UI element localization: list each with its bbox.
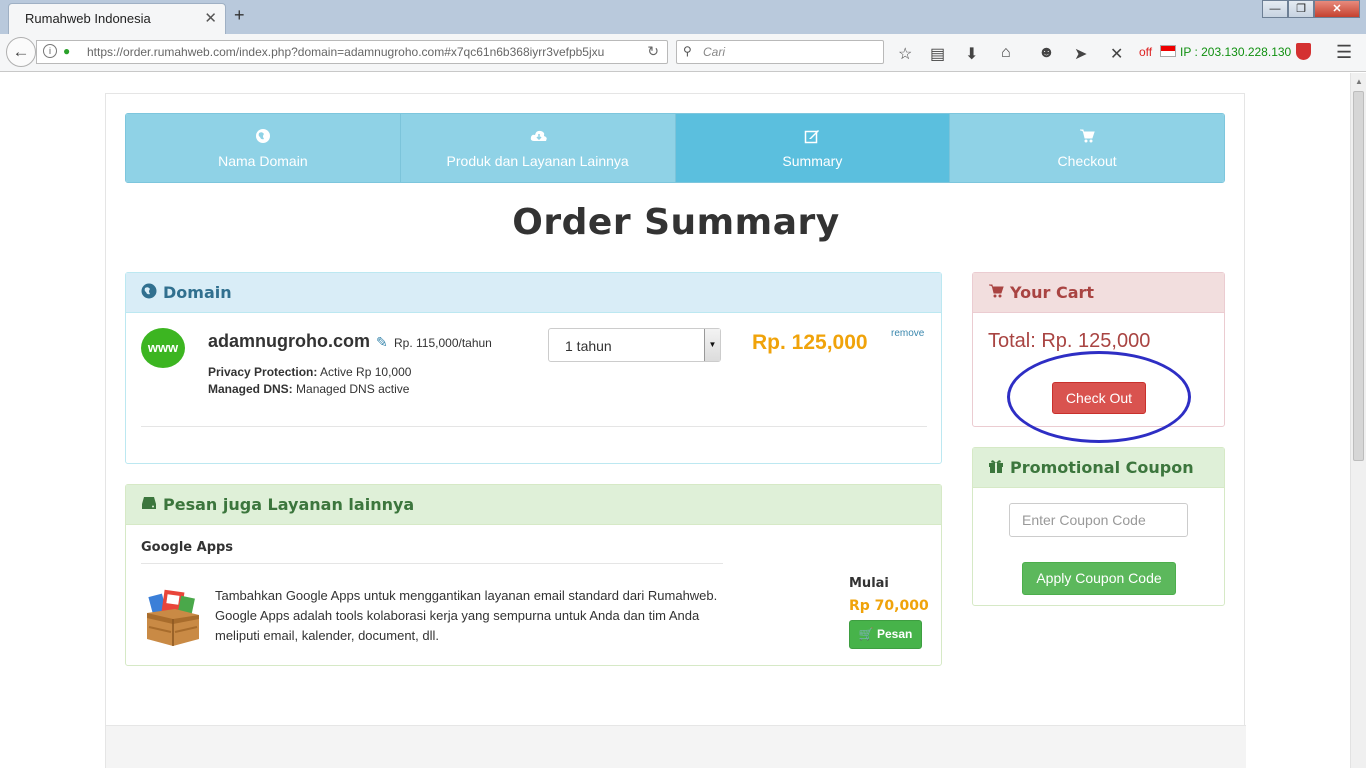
window-maximize-button[interactable]: ❐: [1288, 0, 1314, 18]
page-footer: [106, 725, 1246, 768]
cart-panel: Your Cart Total: Rp. 125,000 Check Out: [972, 272, 1225, 443]
page-title: Order Summary: [512, 202, 840, 243]
apply-coupon-button[interactable]: Apply Coupon Code: [1022, 562, 1176, 595]
google-apps-box-icon: [145, 589, 201, 647]
new-tab-icon[interactable]: +: [234, 5, 245, 26]
checkout-steps: Nama Domain Produk dan Layanan Lainnya S…: [125, 113, 1225, 183]
remove-link[interactable]: remove: [891, 328, 924, 339]
addon-panel-heading: Pesan juga Layanan lainnya: [126, 485, 941, 525]
pesan-button-label: Pesan: [876, 627, 913, 641]
checkout-button[interactable]: Check Out: [1052, 382, 1146, 414]
cart-icon: [988, 283, 1004, 303]
coupon-heading-text: Promotional Coupon: [1010, 458, 1194, 477]
addon-price: Rp 70,000: [849, 598, 929, 614]
x-addon-icon[interactable]: ✕: [1110, 44, 1123, 64]
indonesia-flag-icon: [1160, 45, 1176, 57]
privacy-protection-line: Privacy Protection: Active Rp 10,000: [208, 365, 411, 379]
hdd-icon: [141, 495, 157, 514]
coupon-code-input[interactable]: [1009, 503, 1188, 537]
window-minimize-button[interactable]: —: [1262, 0, 1288, 18]
main-container: Nama Domain Produk dan Layanan Lainnya S…: [105, 93, 1246, 768]
step-label: Checkout: [1057, 153, 1117, 169]
search-input[interactable]: ⚲ Cari: [676, 40, 884, 64]
addon-product-name: Google Apps: [141, 540, 234, 555]
edit-icon: [804, 128, 820, 144]
addon-off-label[interactable]: off: [1139, 45, 1152, 59]
cart-icon: [1079, 128, 1095, 144]
hamburger-menu-icon[interactable]: ☰: [1336, 42, 1352, 63]
browser-navbar: ← i ● https://order.rumahweb.com/index.p…: [0, 34, 1366, 72]
scrollbar-thumb[interactable]: [1353, 91, 1364, 461]
divider: [141, 426, 927, 427]
ip-address-label[interactable]: IP : 203.130.228.130: [1180, 45, 1291, 59]
back-arrow-icon[interactable]: ←: [6, 37, 36, 67]
shield-addon-icon[interactable]: [1296, 43, 1311, 60]
www-icon: www: [141, 328, 185, 368]
globe-icon: [255, 128, 271, 144]
cart-total: Total: Rp. 125,000: [988, 330, 1151, 352]
chat-icon[interactable]: ☻: [1038, 44, 1055, 62]
browser-titlebar: Rumahweb Indonesia ✕ + — ❐ ✕: [0, 0, 1366, 34]
cart-heading-text: Your Cart: [1010, 283, 1095, 302]
divider: [141, 563, 723, 564]
reading-list-icon[interactable]: ▤: [930, 44, 945, 64]
step-checkout[interactable]: Checkout: [950, 114, 1224, 182]
globe-icon: [141, 283, 157, 303]
addon-heading-text: Pesan juga Layanan lainnya: [163, 495, 415, 514]
scroll-up-arrow-icon[interactable]: ▲: [1355, 77, 1363, 86]
period-selected-value: 1 tahun: [565, 338, 612, 354]
dns-value: Managed DNS active: [292, 382, 410, 396]
addon-panel: Pesan juga Layanan lainnya Google Apps T…: [125, 484, 942, 666]
search-icon: ⚲: [683, 44, 692, 58]
step-label: Produk dan Layanan Lainnya: [446, 153, 629, 169]
search-placeholder: Cari: [703, 45, 726, 59]
reload-icon[interactable]: ↻: [647, 43, 659, 60]
domain-unit-price: Rp. 115,000/tahun: [394, 336, 492, 350]
tab-title: Rumahweb Indonesia: [25, 11, 151, 26]
domain-name: adamnugroho.com: [208, 331, 371, 351]
page-viewport: Nama Domain Produk dan Layanan Lainnya S…: [0, 73, 1350, 768]
gift-icon: [988, 458, 1004, 478]
step-nama-domain[interactable]: Nama Domain: [126, 114, 401, 182]
period-select[interactable]: 1 tahun ▼: [548, 328, 721, 362]
privacy-value: Active Rp 10,000: [317, 365, 412, 379]
domain-heading-text: Domain: [163, 283, 232, 302]
download-icon[interactable]: ⬇: [965, 44, 978, 64]
browser-tab[interactable]: Rumahweb Indonesia ✕: [8, 3, 226, 34]
coupon-panel-heading: Promotional Coupon: [973, 448, 1224, 488]
domain-total-price: Rp. 125,000: [752, 331, 868, 354]
url-text[interactable]: https://order.rumahweb.com/index.php?dom…: [87, 45, 635, 59]
cart-icon: 🛒: [858, 627, 874, 641]
domain-panel-heading: Domain: [126, 273, 941, 313]
cart-panel-heading: Your Cart: [973, 273, 1224, 313]
page-scrollbar[interactable]: ▲: [1350, 73, 1366, 768]
price-prefix: Mulai: [849, 576, 889, 591]
domain-panel: Domain www adamnugroho.com ✎ Rp. 115,000…: [125, 272, 942, 464]
dropdown-arrow-icon[interactable]: ▼: [704, 329, 720, 361]
managed-dns-line: Managed DNS: Managed DNS active: [208, 382, 409, 396]
lock-icon[interactable]: ●: [63, 44, 70, 58]
home-icon[interactable]: ⌂: [1001, 44, 1011, 62]
pesan-button[interactable]: 🛒 Pesan: [849, 620, 922, 649]
dns-label: Managed DNS:: [208, 382, 293, 396]
edit-icon[interactable]: ✎: [376, 334, 388, 351]
bookmark-star-icon[interactable]: ☆: [898, 44, 912, 64]
url-bar[interactable]: i ● https://order.rumahweb.com/index.php…: [36, 40, 668, 64]
cloud-download-icon: [530, 128, 547, 144]
privacy-label: Privacy Protection:: [208, 365, 318, 379]
step-label: Nama Domain: [218, 153, 308, 169]
step-label: Summary: [782, 153, 843, 169]
step-summary[interactable]: Summary: [675, 114, 951, 182]
send-icon[interactable]: ➤: [1074, 44, 1087, 64]
step-produk-layanan[interactable]: Produk dan Layanan Lainnya: [400, 114, 676, 182]
window-close-button[interactable]: ✕: [1314, 0, 1360, 18]
addon-description: Tambahkan Google Apps untuk menggantikan…: [215, 588, 718, 643]
coupon-panel: Promotional Coupon Apply Coupon Code: [972, 447, 1225, 606]
tab-close-icon[interactable]: ✕: [204, 9, 217, 27]
info-icon[interactable]: i: [43, 44, 57, 58]
